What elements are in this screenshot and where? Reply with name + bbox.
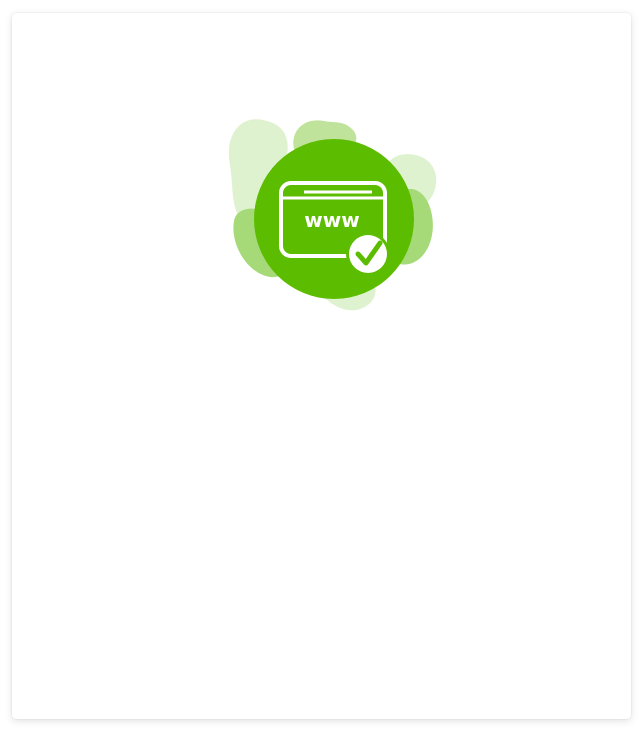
check-badge <box>349 235 387 273</box>
content-card: www <box>12 13 631 719</box>
www-check-icon: www <box>228 119 437 311</box>
www-label: www <box>304 208 359 232</box>
domain-verified-illustration: www <box>212 103 452 323</box>
page: www <box>0 0 640 736</box>
